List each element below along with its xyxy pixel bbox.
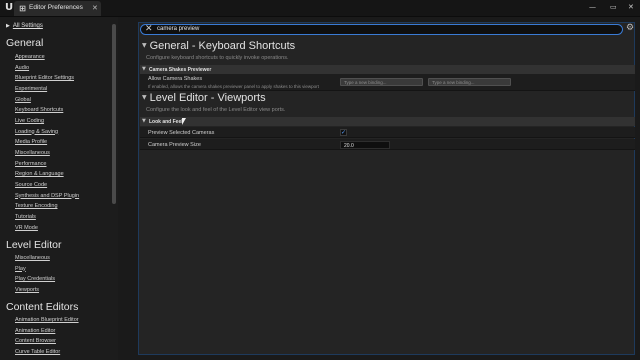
sidebar-item-global[interactable]: Global <box>15 97 31 103</box>
sidebar-item-content-browser[interactable]: Content Browser <box>15 338 56 344</box>
sidebar-item-audio[interactable]: Audio <box>15 65 29 71</box>
sidebar-item-source-code[interactable]: Source Code <box>15 182 47 188</box>
sidebar-item-level-miscellaneous[interactable]: Miscellaneous <box>15 255 50 261</box>
collapse-arrow-icon: ▼ <box>142 42 147 49</box>
sidebar-item-tutorials[interactable]: Tutorials <box>15 214 36 220</box>
sidebar-item-vr-mode[interactable]: VR Mode <box>15 225 38 231</box>
collapse-arrow-icon: ▼ <box>142 94 147 101</box>
numeric-value: 20.0 <box>344 143 354 149</box>
sidebar-item-animation-editor[interactable]: Animation Editor <box>15 328 55 334</box>
sidebar-item-synthesis-dsp[interactable]: Synthesis and DSP Plugin <box>15 193 79 199</box>
chevron-right-icon: ▶ <box>6 23 10 29</box>
secondary-binding-field[interactable]: Type a new binding... <box>428 78 511 86</box>
all-settings-label: All Settings <box>12 23 43 29</box>
binding-placeholder: Type a new binding... <box>344 80 387 85</box>
section-title-text: Level Editor - Viewports <box>149 92 266 104</box>
mouse-cursor-icon <box>182 118 186 125</box>
group-label: Camera Shakes Previewer <box>149 66 212 73</box>
details-panel: ✕ camera preview ⚙ ▼ General - Keyboard S… <box>138 22 635 355</box>
property-tooltip: If enabled, allows the camera shakes pre… <box>148 84 319 89</box>
sidebar-item-play[interactable]: Play <box>15 266 26 272</box>
property-row-camera-preview-size: Camera Preview Size 20.0 <box>140 139 635 150</box>
collapse-arrow-icon: ▼ <box>142 118 146 124</box>
property-name: Preview Selected Cameras <box>148 130 215 136</box>
sidebar-item-experimental[interactable]: Experimental <box>15 86 47 92</box>
sidebar-item-media-profile[interactable]: Media Profile <box>15 139 47 145</box>
group-header-look-and-feel[interactable]: ▼ Look and Feel <box>140 117 635 126</box>
editor-preferences-icon: ⊞ <box>19 4 26 13</box>
sidebar-item-region-language[interactable]: Region & Language <box>15 171 64 177</box>
sidebar-item-miscellaneous[interactable]: Miscellaneous <box>15 150 50 156</box>
sidebar-item-curve-table-editor[interactable]: Curve Table Editor <box>15 349 60 355</box>
group-label: Look and Feel <box>149 118 183 125</box>
all-settings-link[interactable]: ▶ All Settings <box>6 23 43 29</box>
maximize-icon[interactable]: ▭ <box>610 3 617 11</box>
property-name: Allow Camera Shakes <box>148 76 203 82</box>
binding-placeholder: Type a new binding... <box>432 80 475 85</box>
collapse-arrow-icon: ▼ <box>142 66 146 72</box>
preview-selected-cameras-checkbox[interactable]: ✓ <box>340 129 347 136</box>
gear-icon[interactable]: ⚙ <box>626 23 634 33</box>
sidebar-item-appearance[interactable]: Appearance <box>15 54 45 60</box>
search-input[interactable]: ✕ camera preview <box>140 24 623 35</box>
camera-preview-size-input[interactable]: 20.0 <box>340 141 390 149</box>
section-description: Configure the look and feel of the Level… <box>146 107 286 113</box>
section-title-viewports[interactable]: ▼ Level Editor - Viewports <box>142 92 266 104</box>
tab-label: Editor Preferences <box>29 4 83 11</box>
sidebar-item-blueprint-editor-settings[interactable]: Blueprint Editor Settings <box>15 75 74 81</box>
search-value: camera preview <box>157 26 200 32</box>
section-title-text: General - Keyboard Shortcuts <box>149 40 296 52</box>
clear-search-icon[interactable]: ✕ <box>145 24 153 34</box>
section-title-keyboard-shortcuts[interactable]: ▼ General - Keyboard Shortcuts <box>142 40 295 52</box>
property-row-preview-selected-cameras: Preview Selected Cameras ✓ <box>140 127 635 138</box>
sidebar-item-texture-encoding[interactable]: Texture Encoding <box>15 203 58 209</box>
sidebar-item-live-coding[interactable]: Live Coding <box>15 118 44 124</box>
sidebar-item-viewports[interactable]: Viewports <box>15 287 39 293</box>
section-description: Configure keyboard shortcuts to quickly … <box>146 55 289 61</box>
sidebar-scrollbar[interactable] <box>112 24 116 204</box>
sidebar-item-performance[interactable]: Performance <box>15 161 47 167</box>
category-general: General <box>6 37 44 49</box>
settings-sidebar: ▶ All Settings General Appearance Audio B… <box>0 17 118 360</box>
group-header-camera-shakes-previewer[interactable]: ▼ Camera Shakes Previewer <box>140 65 635 74</box>
property-name: Camera Preview Size <box>148 142 201 148</box>
checkmark-icon: ✓ <box>341 129 347 136</box>
primary-binding-field[interactable]: Type a new binding... <box>340 78 423 86</box>
title-bar: U ⊞ Editor Preferences ✕ — ▭ ✕ <box>0 0 640 17</box>
sidebar-item-keyboard-shortcuts[interactable]: Keyboard Shortcuts <box>15 107 63 113</box>
tab-editor-preferences[interactable]: ⊞ Editor Preferences ✕ <box>14 1 101 16</box>
category-level-editor: Level Editor <box>6 239 62 251</box>
sidebar-item-play-credentials[interactable]: Play Credentials <box>15 276 55 282</box>
tab-close-icon[interactable]: ✕ <box>92 4 98 12</box>
close-icon[interactable]: ✕ <box>628 3 634 11</box>
sidebar-item-animation-blueprint-editor[interactable]: Animation Blueprint Editor <box>15 317 79 323</box>
minimize-icon[interactable]: — <box>589 3 596 11</box>
property-row-allow-camera-shakes: Allow Camera Shakes If enabled, allows t… <box>140 74 635 91</box>
category-content-editors: Content Editors <box>6 301 79 313</box>
sidebar-item-loading-saving[interactable]: Loading & Saving <box>15 129 58 135</box>
